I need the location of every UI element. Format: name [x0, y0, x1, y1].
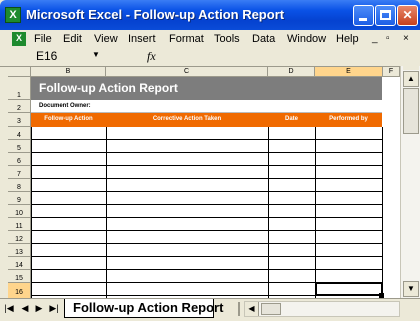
table-row[interactable] [31, 217, 382, 218]
menu-data[interactable]: Data [252, 33, 275, 45]
maximize-icon [380, 10, 391, 20]
column-header-b[interactable]: B [31, 67, 106, 77]
tab-split-handle[interactable] [238, 302, 240, 316]
table-row[interactable] [31, 230, 382, 231]
vertical-scroll-thumb[interactable] [403, 88, 419, 134]
row-header-13[interactable]: 13 [8, 244, 31, 257]
select-all-button[interactable] [8, 67, 31, 77]
row-header-16[interactable]: 16 [8, 283, 31, 299]
table-border [382, 127, 383, 299]
tab-follow-up-action-report[interactable]: Follow-up Action Report [64, 299, 223, 318]
document-owner-label: Document Owner: [39, 103, 91, 109]
column-header-c[interactable]: C [106, 67, 268, 77]
chevron-down-icon[interactable]: ▼ [92, 50, 100, 59]
menu-bar: X File Edit View Insert Format Tools Dat… [0, 30, 420, 49]
row-header-7[interactable]: 7 [8, 166, 31, 179]
row-header-3[interactable]: 3 [8, 113, 31, 127]
row-header-9[interactable]: 9 [8, 192, 31, 205]
table-row[interactable] [31, 152, 382, 153]
row-header-11[interactable]: 11 [8, 218, 31, 231]
horizontal-scroll-thumb[interactable] [261, 303, 281, 315]
menu-help[interactable]: Help [336, 33, 359, 45]
header-follow-up-action: Follow-up Action [44, 116, 93, 122]
header-date: Date [284, 116, 298, 122]
scroll-up-button[interactable]: ▲ [403, 71, 419, 87]
row-header-14[interactable]: 14 [8, 257, 31, 270]
split-strip [0, 67, 8, 299]
row-header-10[interactable]: 10 [8, 205, 31, 218]
table-header-row: Follow-up Action Corrective Action Taken… [31, 113, 382, 127]
close-button[interactable]: ✕ [397, 5, 418, 26]
vertical-scrollbar[interactable]: ▲ ▼ [400, 66, 420, 298]
window-title: Microsoft Excel - Follow-up Action Repor… [26, 7, 285, 22]
table-row[interactable] [31, 178, 382, 179]
menu-insert[interactable]: Insert [128, 33, 156, 45]
mdi-minimize-button[interactable]: _ [372, 33, 378, 44]
table-row[interactable] [31, 165, 382, 166]
maximize-button[interactable] [375, 5, 396, 26]
row-header-5[interactable]: 5 [8, 140, 31, 153]
menu-format[interactable]: Format [169, 33, 204, 45]
split-box[interactable] [403, 66, 419, 70]
workbook-icon[interactable]: X [12, 32, 26, 46]
scroll-left-button[interactable]: ◀ [245, 302, 259, 316]
formula-bar: E16 ▼ fx [0, 49, 420, 66]
row-header-2[interactable]: 2 [8, 100, 31, 113]
table-row[interactable] [31, 243, 382, 244]
row-header-12[interactable]: 12 [8, 231, 31, 244]
header-performed-by: Performed by [329, 116, 368, 122]
title-bar: X Microsoft Excel - Follow-up Action Rep… [0, 0, 420, 30]
table-row[interactable] [31, 269, 382, 270]
menu-file[interactable]: File [34, 33, 52, 45]
prev-sheet-button[interactable]: ◀ [20, 303, 30, 314]
table-row[interactable] [31, 256, 382, 257]
column-header-e[interactable]: E [315, 67, 383, 77]
mdi-restore-button[interactable]: ▫ [386, 33, 390, 44]
fx-icon[interactable]: fx [147, 49, 156, 64]
formula-input[interactable] [164, 49, 404, 64]
table-row[interactable] [31, 204, 382, 205]
report-banner: Follow-up Action Report [31, 77, 382, 100]
table-row[interactable] [31, 139, 382, 140]
minimize-button[interactable] [353, 5, 374, 26]
header-corrective-action: Corrective Action Taken [152, 116, 222, 122]
column-header-f[interactable]: F [383, 67, 400, 77]
excel-icon[interactable]: X [5, 7, 21, 23]
mdi-close-button[interactable]: × [403, 33, 409, 44]
sheet-tab-bar: |◀ ◀ ▶ ▶| Follow-up Action Report ◀ [0, 298, 420, 321]
first-sheet-button[interactable]: |◀ [4, 303, 14, 314]
report-title: Follow-up Action Report [39, 81, 178, 95]
scroll-down-button[interactable]: ▼ [403, 281, 419, 297]
menu-tools[interactable]: Tools [214, 33, 240, 45]
column-header-d[interactable]: D [268, 67, 315, 77]
minimize-icon [359, 18, 367, 21]
menu-window[interactable]: Window [287, 33, 326, 45]
row-header-8[interactable]: 8 [8, 179, 31, 192]
row-header-15[interactable]: 15 [8, 270, 31, 283]
table-row[interactable] [31, 191, 382, 192]
worksheet-grid[interactable]: B C D E F 1 2 3 4 5 6 7 8 9 10 11 12 13 … [0, 66, 420, 299]
row-header-4[interactable]: 4 [8, 127, 31, 140]
last-sheet-button[interactable]: ▶| [49, 303, 59, 314]
horizontal-scrollbar[interactable]: ◀ [244, 301, 400, 317]
next-sheet-button[interactable]: ▶ [34, 303, 44, 314]
active-cell-e16[interactable] [315, 282, 383, 296]
menu-view[interactable]: View [94, 33, 118, 45]
row-header-6[interactable]: 6 [8, 153, 31, 166]
row-header-1[interactable]: 1 [8, 77, 31, 100]
menu-edit[interactable]: Edit [63, 33, 82, 45]
